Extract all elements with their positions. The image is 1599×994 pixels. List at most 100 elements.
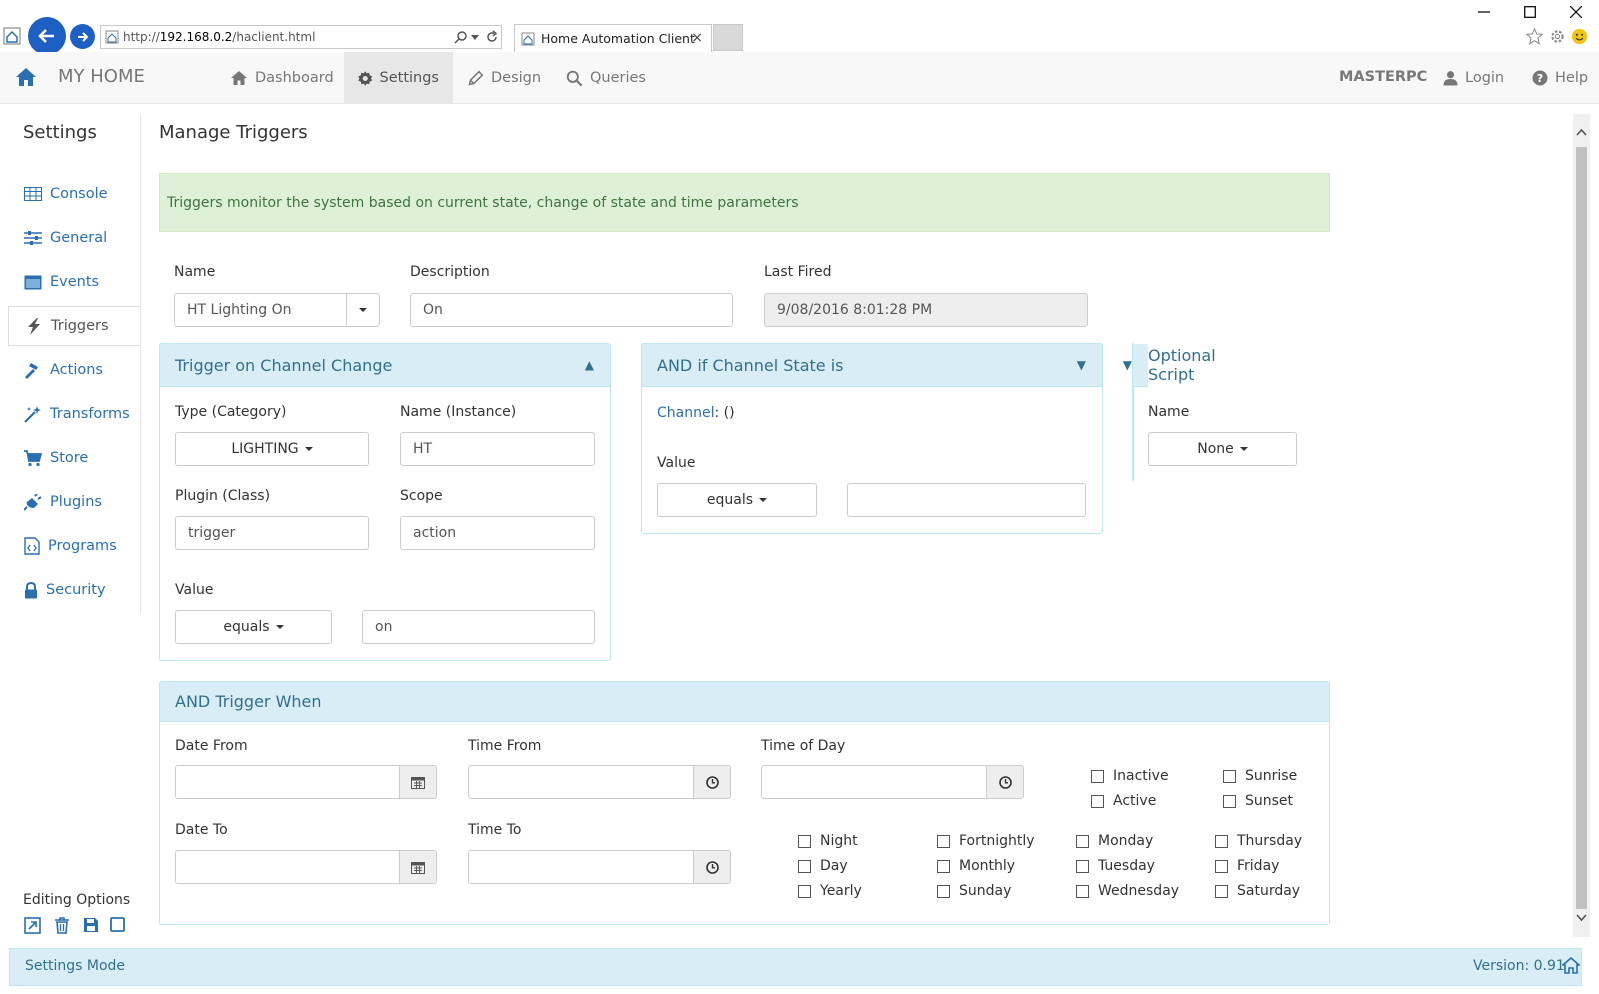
channel-state-panel-header[interactable]: AND if Channel State is ▼: [642, 344, 1102, 387]
trigger-value-input[interactable]: on: [362, 610, 595, 644]
checkbox-box[interactable]: [1215, 834, 1228, 848]
collapse-up-icon[interactable]: ▲: [585, 358, 594, 372]
scroll-up-icon[interactable]: [1576, 128, 1587, 136]
brand-home-icon[interactable]: [15, 67, 37, 87]
description-input[interactable]: On: [410, 293, 733, 327]
checkbox-box[interactable]: [1076, 859, 1089, 873]
nav-queries[interactable]: Queries: [552, 52, 660, 104]
sidebar-item-security[interactable]: Security: [8, 570, 140, 610]
time-of-day-picker-button[interactable]: [986, 765, 1024, 799]
sidebar-item-transforms[interactable]: Transforms: [8, 394, 140, 434]
checkbox-monthly[interactable]: Monthly: [937, 858, 1015, 874]
minimize-icon[interactable]: [1478, 6, 1490, 18]
scroll-down-icon[interactable]: [1576, 914, 1587, 922]
checkbox-box[interactable]: [798, 834, 811, 848]
checkbox-box[interactable]: [937, 884, 950, 898]
type-dropdown[interactable]: LIGHTING: [175, 432, 369, 466]
checkbox-active[interactable]: Active: [1091, 793, 1156, 809]
export-icon[interactable]: [24, 917, 41, 934]
search-icon[interactable]: [454, 30, 468, 44]
nav-settings[interactable]: Settings: [344, 52, 453, 104]
checkbox-square-icon[interactable]: [110, 917, 125, 932]
favorites-star-icon[interactable]: [1526, 28, 1543, 45]
sidebar-item-events[interactable]: Events: [8, 262, 140, 302]
checkbox-box[interactable]: [1215, 859, 1228, 873]
checkbox-box[interactable]: [1076, 884, 1089, 898]
tab-close-icon[interactable]: ×: [691, 30, 703, 46]
checkbox-day[interactable]: Day: [798, 858, 848, 874]
trigger-operator-dropdown[interactable]: equals: [175, 610, 332, 644]
date-to-input[interactable]: [175, 850, 400, 884]
scrollbar-thumb[interactable]: [1576, 147, 1587, 909]
checkbox-box[interactable]: [798, 859, 811, 873]
checkbox-box[interactable]: [1091, 769, 1104, 783]
checkbox-box[interactable]: [937, 834, 950, 848]
trash-icon[interactable]: [54, 917, 70, 934]
time-of-day-input[interactable]: [761, 765, 987, 799]
tools-gear-icon[interactable]: [1549, 28, 1566, 45]
checkbox-inactive[interactable]: Inactive: [1091, 768, 1169, 784]
maximize-icon[interactable]: [1524, 6, 1536, 18]
expand-down-icon[interactable]: ▼: [1077, 358, 1086, 372]
sidebar-item-general[interactable]: General: [8, 218, 140, 258]
nav-login[interactable]: Login: [1429, 52, 1518, 104]
back-button[interactable]: [28, 17, 66, 55]
checkbox-sunday[interactable]: Sunday: [937, 883, 1011, 899]
date-from-picker-button[interactable]: [399, 765, 437, 799]
sidebar-item-programs[interactable]: Programs: [8, 526, 140, 566]
nav-design[interactable]: Design: [453, 52, 555, 104]
expand-down-icon[interactable]: ▼: [1123, 358, 1132, 372]
forward-button[interactable]: [70, 24, 95, 49]
checkbox-saturday[interactable]: Saturday: [1215, 883, 1300, 899]
time-from-input[interactable]: [468, 765, 694, 799]
sidebar-item-actions[interactable]: Actions: [8, 350, 140, 390]
instance-input[interactable]: HT: [400, 432, 595, 466]
time-to-input[interactable]: [468, 850, 694, 884]
checkbox-yearly[interactable]: Yearly: [798, 883, 862, 899]
window-close-icon[interactable]: [1570, 6, 1582, 18]
sidebar-item-plugins[interactable]: Plugins: [8, 482, 140, 522]
checkbox-fortnightly[interactable]: Fortnightly: [937, 833, 1035, 849]
dropdown-icon[interactable]: [471, 35, 479, 40]
channel-link[interactable]: Channel: [657, 405, 714, 421]
checkbox-wednesday[interactable]: Wednesday: [1076, 883, 1179, 899]
date-to-picker-button[interactable]: [399, 850, 437, 884]
save-icon[interactable]: [83, 917, 99, 933]
browser-tab[interactable]: Home Automation Client ×: [514, 24, 712, 52]
feedback-smiley-icon[interactable]: [1571, 28, 1588, 45]
plugin-input[interactable]: trigger: [175, 516, 369, 550]
state-value-input[interactable]: [847, 483, 1086, 517]
trigger-when-panel-header[interactable]: AND Trigger When: [160, 682, 1329, 722]
trigger-panel-header[interactable]: Trigger on Channel Change ▲: [160, 344, 610, 387]
checkbox-friday[interactable]: Friday: [1215, 858, 1279, 874]
checkbox-tuesday[interactable]: Tuesday: [1076, 858, 1155, 874]
footer-home-icon[interactable]: [1562, 957, 1580, 974]
checkbox-box[interactable]: [1223, 769, 1236, 783]
checkbox-box[interactable]: [1223, 794, 1236, 808]
scope-input[interactable]: action: [400, 516, 595, 550]
time-to-picker-button[interactable]: [693, 850, 731, 884]
checkbox-box[interactable]: [1215, 884, 1228, 898]
nav-dashboard[interactable]: Dashboard: [216, 52, 348, 104]
sidebar-item-console[interactable]: Console: [8, 174, 140, 214]
checkbox-box[interactable]: [1076, 834, 1089, 848]
nav-help[interactable]: ? Help: [1518, 52, 1599, 104]
state-operator-dropdown[interactable]: equals: [657, 483, 817, 517]
checkbox-monday[interactable]: Monday: [1076, 833, 1153, 849]
checkbox-sunrise[interactable]: Sunrise: [1223, 768, 1297, 784]
name-combo-input[interactable]: HT Lighting On: [174, 293, 347, 327]
checkbox-thursday[interactable]: Thursday: [1215, 833, 1302, 849]
checkbox-night[interactable]: Night: [798, 833, 858, 849]
checkbox-box[interactable]: [798, 884, 811, 898]
refresh-icon[interactable]: [485, 30, 499, 44]
checkbox-box[interactable]: [937, 859, 950, 873]
address-bar[interactable]: http://192.168.0.2/haclient.html: [100, 25, 502, 49]
script-dropdown[interactable]: None: [1148, 432, 1297, 466]
sidebar-item-triggers[interactable]: Triggers: [8, 306, 140, 346]
time-from-picker-button[interactable]: [693, 765, 731, 799]
date-from-input[interactable]: [175, 765, 400, 799]
name-dropdown-button[interactable]: [346, 293, 380, 327]
checkbox-box[interactable]: [1091, 794, 1104, 808]
checkbox-sunset[interactable]: Sunset: [1223, 793, 1293, 809]
sidebar-item-store[interactable]: Store: [8, 438, 140, 478]
